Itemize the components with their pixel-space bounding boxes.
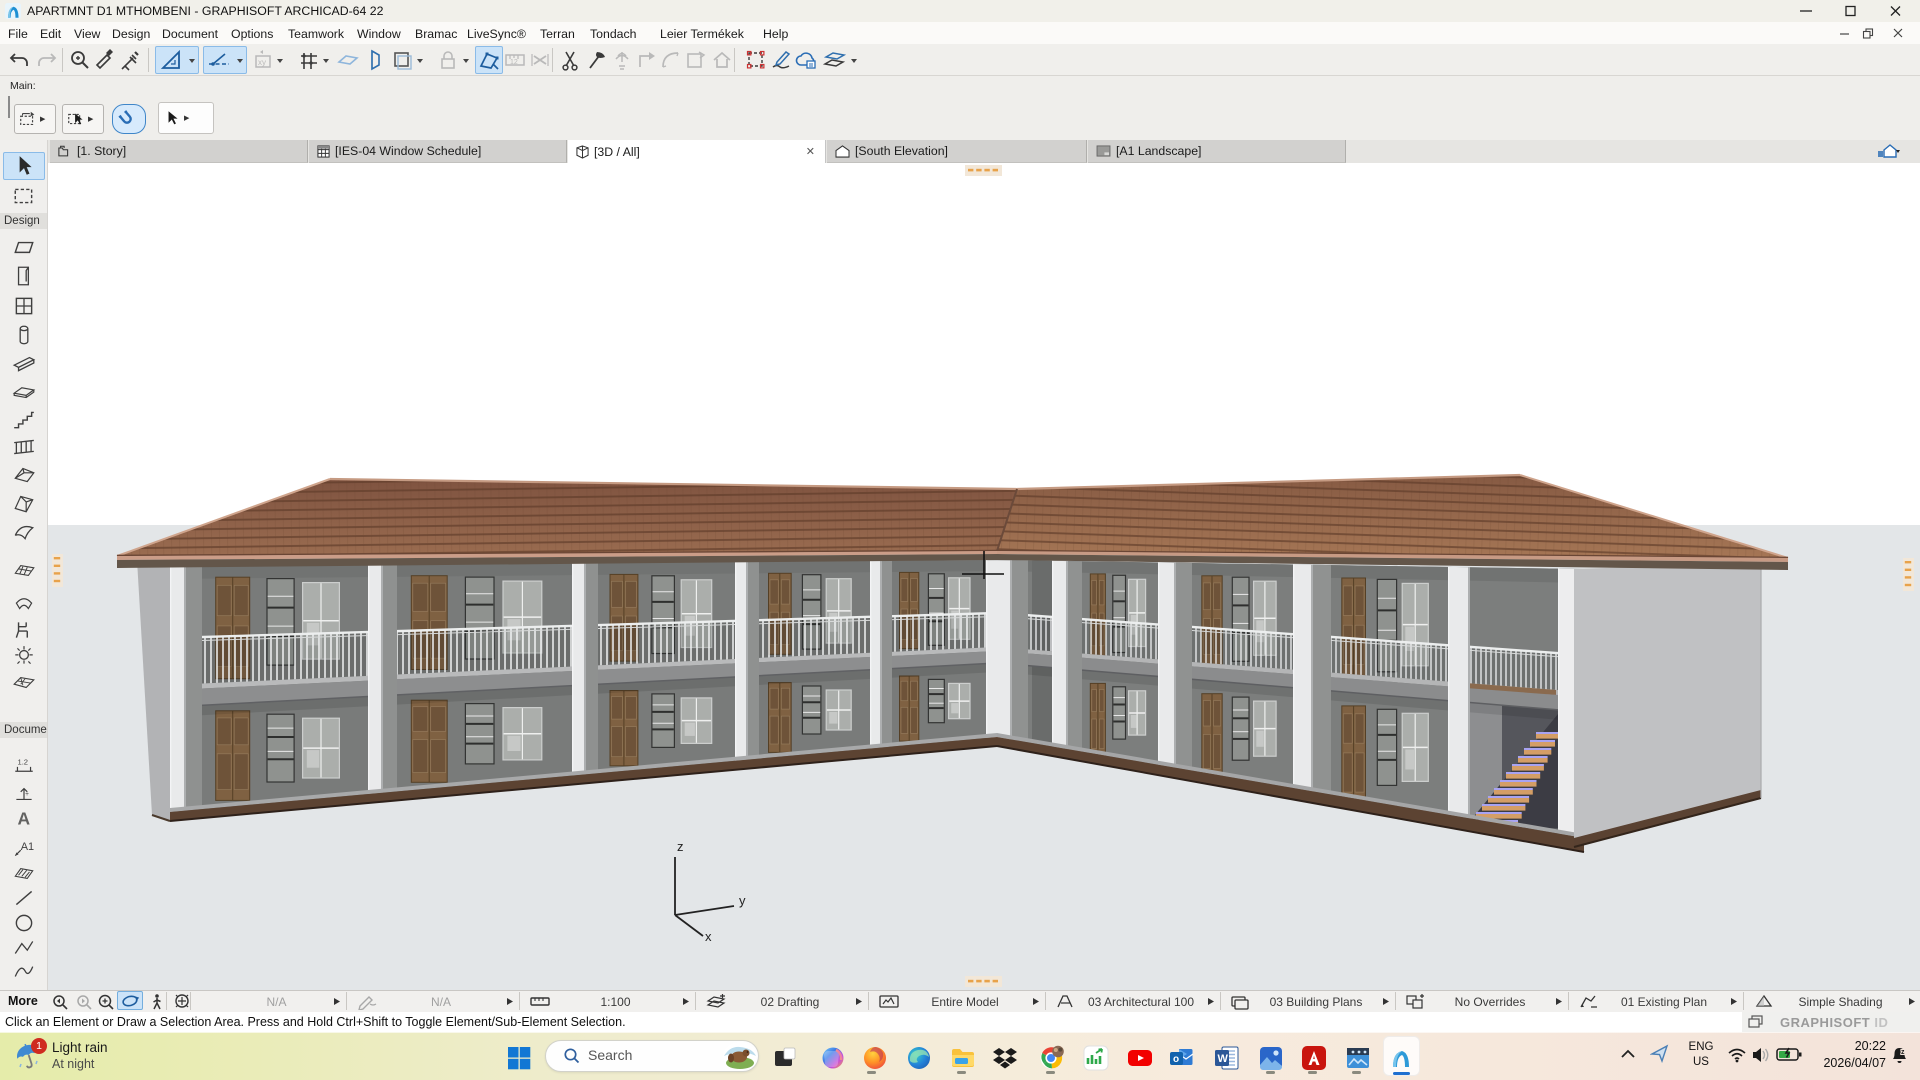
svg-text:z: z bbox=[1901, 1049, 1905, 1056]
svg-text:y: y bbox=[739, 893, 746, 908]
svg-text:+: + bbox=[25, 791, 29, 798]
svg-text:12: 12 bbox=[510, 59, 518, 66]
svg-text:W: W bbox=[1218, 1053, 1229, 1065]
svg-text:o: o bbox=[1173, 1054, 1179, 1065]
svg-text:xy: xy bbox=[258, 58, 266, 67]
svg-text:z: z bbox=[677, 839, 684, 854]
svg-text:1.2: 1.2 bbox=[17, 758, 28, 767]
svg-text:A: A bbox=[17, 809, 30, 829]
svg-text:A1: A1 bbox=[21, 841, 34, 853]
svg-text:x: x bbox=[705, 929, 712, 944]
